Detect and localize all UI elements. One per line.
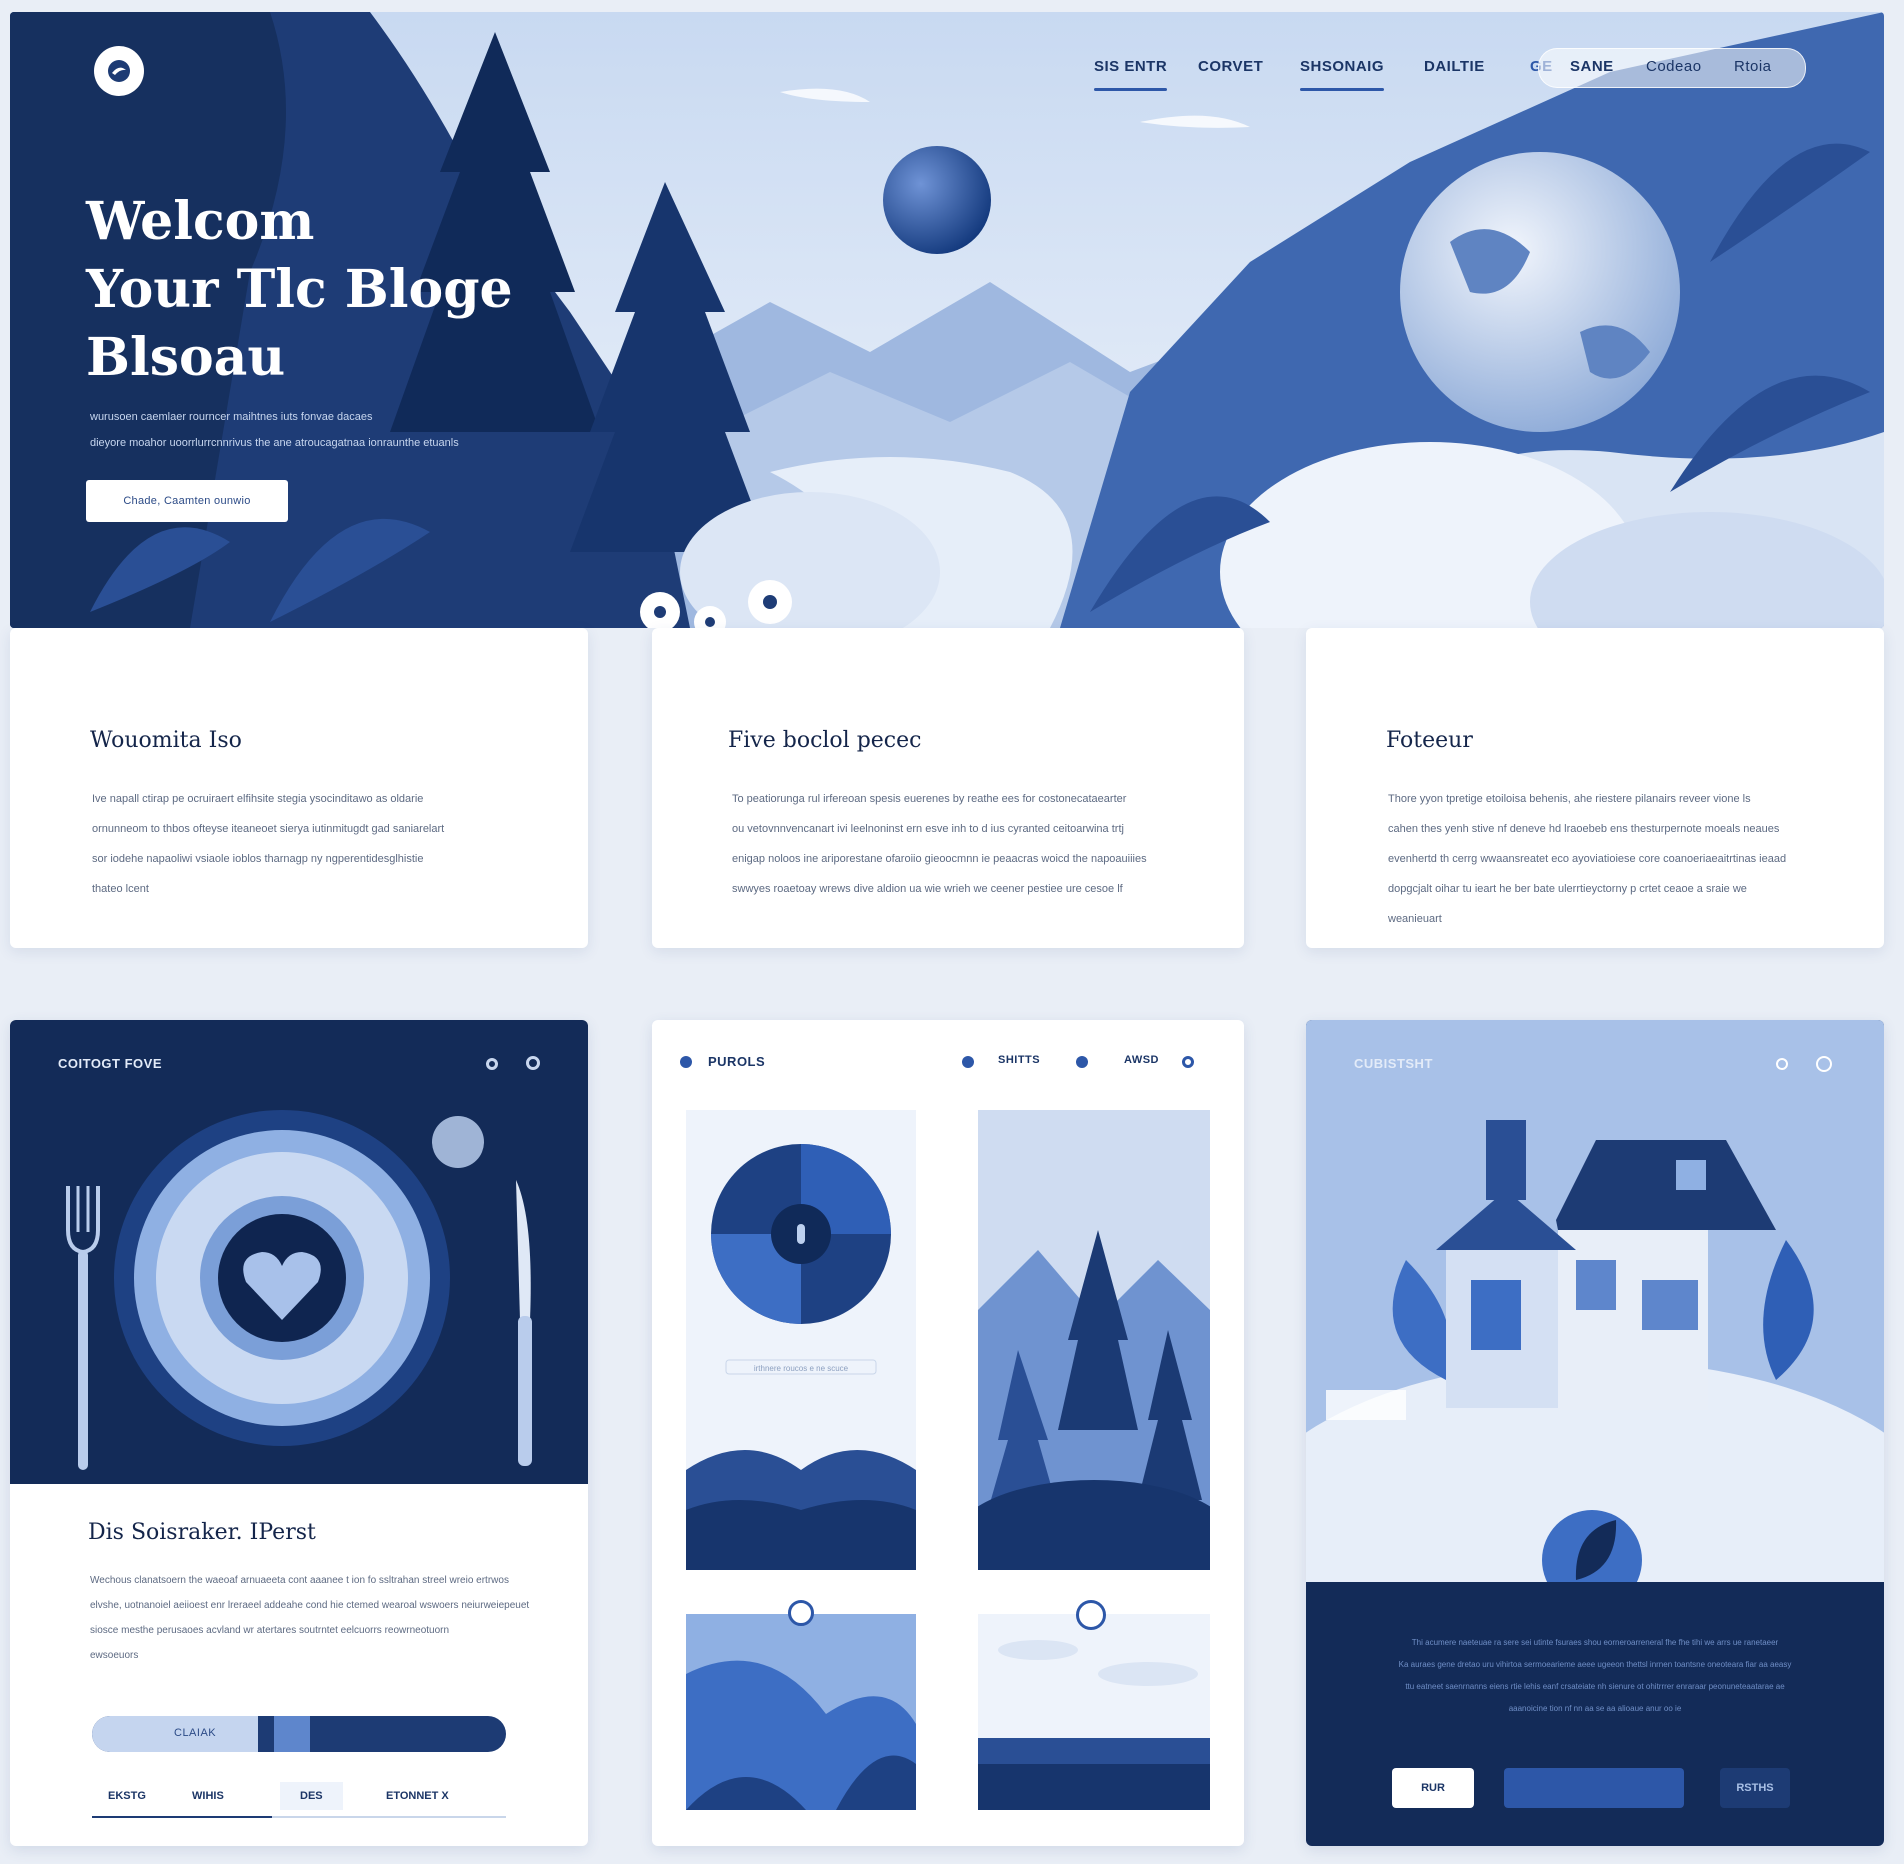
gallery-image-2[interactable] — [978, 1110, 1210, 1570]
panel-line: ttu eatneet saenrnanns eiens rtie lehis … — [1405, 1682, 1785, 1691]
circle-icon[interactable] — [1182, 1056, 1194, 1068]
input-field[interactable] — [1504, 1768, 1684, 1808]
card-body: To peatiorunga rul irfereoan spesis euer… — [732, 784, 1222, 904]
tab-4[interactable]: ETONNET X — [386, 1790, 449, 1802]
panel-title: Dis Soisraker. IPerst — [88, 1520, 316, 1545]
primary-button[interactable]: RUR — [1392, 1768, 1474, 1808]
progress-marker — [274, 1716, 310, 1752]
panel-dining: COITOGT FOVE Dis Soisraker. IPerst Wecho… — [10, 1020, 588, 1846]
card-line: sor iodehe napaoliwi vsiaole ioblos thar… — [92, 853, 424, 865]
card-body: Thore yyon tpretige etoiloisa behenis, a… — [1388, 784, 1858, 934]
progress-label: CLAIAK — [174, 1727, 217, 1739]
card-line: Ive napall ctirap pe ocruiraert elfihsit… — [92, 793, 424, 805]
progress-bar[interactable]: CLAIAK — [92, 1716, 506, 1752]
card-title: Wouomita Iso — [90, 728, 242, 753]
image-badge-icon[interactable] — [788, 1600, 814, 1626]
circle-icon — [680, 1056, 692, 1068]
tab-3[interactable]: DES — [280, 1782, 343, 1810]
image-badge-icon[interactable] — [1076, 1600, 1106, 1630]
panel-line: Thi acumere naeteuae ra sere sei utinte … — [1411, 1638, 1779, 1647]
nav-item-2[interactable]: CORVET — [1198, 58, 1263, 75]
hero-subtitle-line-2: dieyore moahor uoorrlurrcnnrivus the ane… — [90, 437, 459, 449]
card-line: ou vetovnnvencanart ivi leelnoninst ern … — [732, 823, 1124, 835]
nav-item-1[interactable]: SIS ENTR — [1094, 58, 1168, 91]
card-line: swwyes roaetoay wrews dive aldion ua wie… — [732, 883, 1123, 895]
feature-card-3: Foteeur Thore yyon tpretige etoiloisa be… — [1306, 628, 1884, 948]
tab-1[interactable]: EKSTG — [108, 1790, 146, 1802]
plate-illustration — [66, 1110, 532, 1470]
hero-cta-button[interactable]: Chade, Caamten ounwio — [86, 480, 288, 522]
panel-header: CUBISTSHT — [1354, 1056, 1433, 1071]
panel-line: aaanoicine tion nf nn aa se aa alioaue a… — [1508, 1704, 1682, 1713]
nav-link-2[interactable]: AWSD — [1124, 1054, 1159, 1066]
circle-icon[interactable] — [1816, 1056, 1832, 1072]
circle-icon[interactable] — [1776, 1058, 1788, 1070]
globe-illustration — [1400, 152, 1680, 432]
card-line: dopgcjalt oihar tu ieart he ber bate ule… — [1388, 883, 1747, 895]
hero-title-line-2: Your Tlc Bloge — [86, 259, 513, 320]
nav-pill-right-a[interactable]: Codeao — [1646, 58, 1702, 75]
card-title: Foteeur — [1386, 728, 1473, 753]
gallery-image-4[interactable] — [978, 1614, 1210, 1810]
circle-icon[interactable] — [1076, 1056, 1088, 1068]
panel-line: siosce mesthe perusaoes acvland wr atert… — [90, 1625, 450, 1636]
secondary-button[interactable]: RSTHS — [1720, 1768, 1790, 1808]
gallery-image-3[interactable] — [686, 1614, 916, 1810]
panel-line: Ka auraes gene dretao uru vihirtoa sermo… — [1398, 1660, 1792, 1669]
dining-illustration-area: COITOGT FOVE — [10, 1020, 588, 1484]
hero-subtitle: wurusoen caemlaer rourncer maihtnes iuts… — [90, 404, 500, 456]
panel-house: CUBISTSHT Thi acumere naeteuae ra sere s… — [1306, 1020, 1884, 1846]
card-line: thateo lcent — [92, 883, 149, 895]
hero-banner: SIS ENTR CORVET SHSONAIG DAILTIE GE SANE… — [10, 12, 1884, 628]
tab-2[interactable]: WIHIS — [192, 1790, 224, 1802]
card-line: cahen thes yenh stive nf deneve hd lraoe… — [1388, 823, 1780, 835]
hero-title-line-3: Blsoau — [86, 327, 286, 388]
panel-gallery: PUROLS SHITTS AWSD irthnere roucos e ne … — [652, 1020, 1244, 1846]
card-line: evenhertd th cerrg wwaansreatet eco ayov… — [1388, 853, 1787, 865]
image-caption: irthnere roucos e ne scuce — [754, 1364, 849, 1373]
tab-indicator — [92, 1816, 272, 1818]
feature-card-2: Five boclol pecec To peatiorunga rul irf… — [652, 628, 1244, 948]
tab-bar: EKSTG WIHIS DES ETONNET X — [92, 1776, 506, 1818]
panel-body: Thi acumere naeteuae ra sere sei utinte … — [1350, 1632, 1840, 1720]
card-line: enigap noloos ine ariporestane ofaroiio … — [732, 853, 1147, 865]
card-line: weanieuart — [1388, 913, 1442, 925]
feature-card-1: Wouomita Iso Ive napall ctirap pe ocruir… — [10, 628, 588, 948]
card-line: To peatiorunga rul irfereoan spesis euer… — [732, 793, 1127, 805]
panel-header: PUROLS — [708, 1054, 766, 1069]
moon-illustration — [883, 146, 991, 254]
nav-pill-mid[interactable]: SANE — [1570, 58, 1614, 75]
house-illustration — [1306, 1020, 1884, 1582]
nav-item-3[interactable]: SHSONAIG — [1300, 58, 1385, 91]
nav-item-4[interactable]: DAILTIE — [1424, 58, 1485, 75]
gallery-image-1[interactable]: irthnere roucos e ne scuce — [686, 1110, 916, 1570]
card-line: Thore yyon tpretige etoiloisa behenis, a… — [1388, 793, 1751, 805]
hero-title-line-1: Welcom — [86, 191, 315, 252]
panel-line: Wechous clanatsoern the waeoaf arnuaeeta… — [90, 1575, 509, 1586]
card-title: Five boclol pecec — [728, 728, 922, 753]
card-body: Ive napall ctirap pe ocruiraert elfihsit… — [92, 784, 562, 904]
hero-title: Welcom Your Tlc Bloge Blsoau — [86, 188, 586, 392]
nav-link-1[interactable]: SHITTS — [998, 1054, 1040, 1066]
nav-pill-right-b[interactable]: Rtoia — [1734, 58, 1772, 75]
panel-line: elvshe, uotnanoiel aeiioest enr lreraeel… — [90, 1600, 530, 1611]
panel-line: ewsoeuors — [90, 1650, 139, 1661]
card-line: ornunneom to thbos ofteyse iteaneoet sie… — [92, 823, 445, 835]
circle-icon[interactable] — [962, 1056, 974, 1068]
top-nav: SIS ENTR CORVET SHSONAIG DAILTIE GE SANE… — [10, 12, 1884, 112]
panel-body: Wechous clanatsoern the waeoaf arnuaeeta… — [90, 1568, 550, 1668]
hero-subtitle-line-1: wurusoen caemlaer rourncer maihtnes iuts… — [90, 411, 373, 423]
